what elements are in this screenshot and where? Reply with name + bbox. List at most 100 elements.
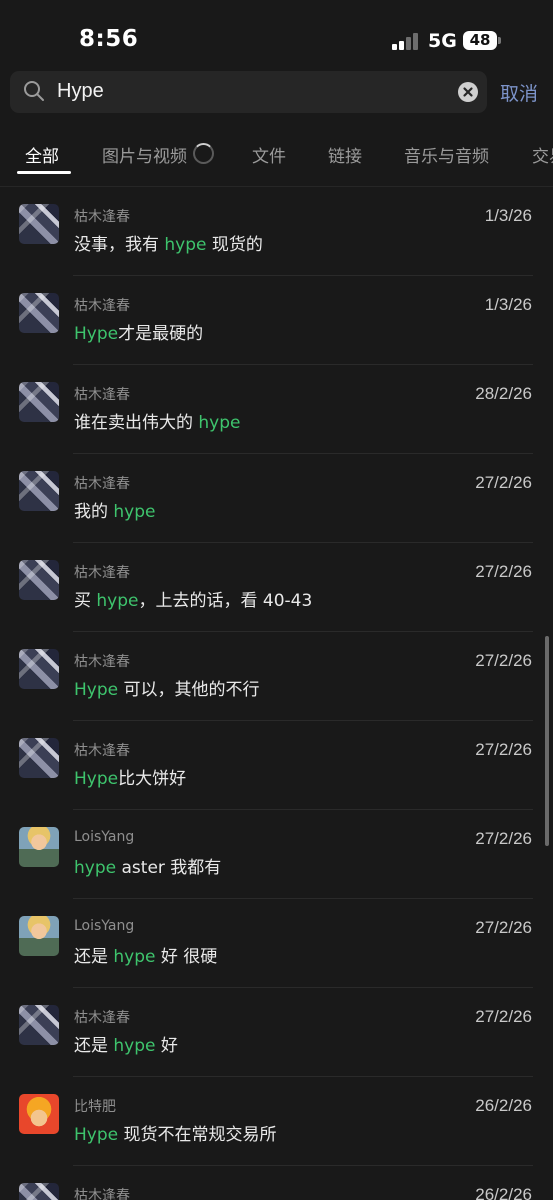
status-time: 8:56 xyxy=(79,26,139,52)
highlighted-keyword: hype xyxy=(96,591,139,611)
tab-files[interactable]: 文件 xyxy=(252,142,286,167)
avatar[interactable] xyxy=(19,1183,59,1200)
list-item[interactable]: 枯木逢春 27/2/26 我的 hype xyxy=(0,454,553,543)
sender-name: 枯木逢春 xyxy=(74,1188,130,1200)
list-item[interactable]: 枯木逢春 27/2/26 Hype比大饼好 xyxy=(0,721,553,810)
sender-name: 枯木逢春 xyxy=(74,476,130,492)
tab-all[interactable]: 全部 xyxy=(25,142,59,167)
list-item[interactable]: 枯木逢春 27/2/26 还是 hype 好 xyxy=(0,988,553,1077)
message-text-after: ，上去的话，看 40-43 xyxy=(138,591,313,611)
message-date: 27/2/26 xyxy=(475,740,532,759)
list-item[interactable]: 枯木逢春 26/2/26 xyxy=(0,1166,553,1200)
highlighted-keyword: Hype xyxy=(74,769,119,789)
message-text-after: 才是最硬的 xyxy=(118,324,204,344)
active-tab-indicator xyxy=(17,171,71,174)
avatar[interactable] xyxy=(19,293,59,333)
list-item[interactable]: 枯木逢春 27/2/26 买 hype，上去的话，看 40-43 xyxy=(0,543,553,632)
avatar[interactable] xyxy=(19,827,59,867)
message-text-before: 我的 xyxy=(74,502,114,522)
clear-icon[interactable] xyxy=(458,82,478,102)
search-input[interactable]: Hype xyxy=(10,71,487,113)
message-text-before: 买 xyxy=(74,591,97,611)
avatar[interactable] xyxy=(19,382,59,422)
tab-music-audio[interactable]: 音乐与音频 xyxy=(404,142,489,167)
message-text-after: 比大饼好 xyxy=(118,769,187,789)
list-item[interactable]: 枯木逢春 27/2/26 Hype 可以，其他的不行 xyxy=(0,632,553,721)
loading-spinner-icon xyxy=(193,143,214,164)
tab-links[interactable]: 链接 xyxy=(328,142,362,167)
message-date: 1/3/26 xyxy=(484,206,532,225)
message-date: 27/2/26 xyxy=(475,829,532,848)
list-item[interactable]: 枯木逢春 1/3/26 没事，我有 hype 现货的 xyxy=(0,187,553,276)
message-date: 27/2/26 xyxy=(475,562,532,581)
message-text-after: 现货的 xyxy=(206,235,263,255)
list-item[interactable]: LoisYang 27/2/26 hype aster 我都有 xyxy=(0,810,553,899)
highlighted-keyword: hype xyxy=(113,947,156,967)
message-text-after: 好 xyxy=(155,1036,178,1056)
avatar[interactable] xyxy=(19,560,59,600)
message-text-before: 没事，我有 xyxy=(74,235,165,255)
message-date: 27/2/26 xyxy=(475,473,532,492)
message-text: 我的 hype xyxy=(74,497,156,522)
list-item[interactable]: 比特肥 26/2/26 Hype 现货不在常规交易所 xyxy=(0,1077,553,1166)
message-text-after: 现货不在常规交易所 xyxy=(118,1125,277,1145)
avatar[interactable] xyxy=(19,1094,59,1134)
message-text-after: aster 我都有 xyxy=(116,858,222,878)
message-text: 还是 hype 好 xyxy=(74,1031,178,1056)
list-item[interactable]: 枯木逢春 28/2/26 谁在卖出伟大的 hype xyxy=(0,365,553,454)
search-query[interactable]: Hype xyxy=(57,80,104,103)
sender-name: 枯木逢春 xyxy=(74,743,130,759)
battery-level: 48 xyxy=(469,31,491,49)
highlighted-keyword: hype xyxy=(198,413,241,433)
message-text: Hype比大饼好 xyxy=(74,764,186,789)
list-item[interactable]: 枯木逢春 1/3/26 Hype才是最硬的 xyxy=(0,276,553,365)
search-icon xyxy=(24,81,44,101)
sender-name: 枯木逢春 xyxy=(74,387,130,403)
message-date: 27/2/26 xyxy=(475,651,532,670)
message-text: 谁在卖出伟大的 hype xyxy=(74,408,241,433)
message-text: Hype才是最硬的 xyxy=(74,319,203,344)
message-text: hype aster 我都有 xyxy=(74,853,221,878)
signal-icon xyxy=(392,32,420,50)
message-text: Hype 现货不在常规交易所 xyxy=(74,1120,277,1145)
cancel-button[interactable]: 取消 xyxy=(500,79,538,106)
list-item[interactable]: LoisYang 27/2/26 还是 hype 好 很硬 xyxy=(0,899,553,988)
message-text-after: 可以，其他的不行 xyxy=(118,680,260,700)
avatar[interactable] xyxy=(19,1005,59,1045)
highlighted-keyword: hype xyxy=(164,235,207,255)
message-date: 26/2/26 xyxy=(475,1096,532,1115)
message-text-before: 还是 xyxy=(74,1036,114,1056)
scrollbar[interactable] xyxy=(545,636,549,846)
highlighted-keyword: Hype xyxy=(74,680,119,700)
message-date: 26/2/26 xyxy=(475,1185,532,1200)
message-date: 28/2/26 xyxy=(475,384,532,403)
highlighted-keyword: hype xyxy=(113,502,156,522)
avatar[interactable] xyxy=(19,738,59,778)
message-text: 买 hype，上去的话，看 40-43 xyxy=(74,586,312,611)
tab-trading[interactable]: 交易 xyxy=(532,142,553,167)
message-text-before: 谁在卖出伟大的 xyxy=(74,413,199,433)
sender-name: 枯木逢春 xyxy=(74,1010,130,1026)
sender-name: 枯木逢春 xyxy=(74,209,130,225)
search-results-list[interactable]: 枯木逢春 1/3/26 没事，我有 hype 现货的 枯木逢春 1/3/26 Hype才是… xyxy=(0,187,553,1200)
sender-name: 枯木逢春 xyxy=(74,565,130,581)
status-bar: 8:56 5G 48 xyxy=(0,0,553,70)
message-date: 1/3/26 xyxy=(484,295,532,314)
message-text: 没事，我有 hype 现货的 xyxy=(74,230,263,255)
avatar[interactable] xyxy=(19,649,59,689)
filter-tabs: 全部 图片与视频 文件 链接 音乐与音频 交易 xyxy=(0,130,553,176)
highlighted-keyword: Hype xyxy=(74,324,119,344)
avatar[interactable] xyxy=(19,204,59,244)
sender-name: LoisYang xyxy=(74,918,135,934)
message-text: 还是 hype 好 很硬 xyxy=(74,942,217,967)
avatar[interactable] xyxy=(19,916,59,956)
sender-name: LoisYang xyxy=(74,829,135,845)
message-date: 27/2/26 xyxy=(475,1007,532,1026)
avatar[interactable] xyxy=(19,471,59,511)
highlighted-keyword: Hype xyxy=(74,1125,119,1145)
message-date: 27/2/26 xyxy=(475,918,532,937)
tab-images-videos[interactable]: 图片与视频 xyxy=(102,142,187,167)
sender-name: 枯木逢春 xyxy=(74,298,130,314)
highlighted-keyword: hype xyxy=(74,858,117,878)
message-text-before: 还是 xyxy=(74,947,114,967)
